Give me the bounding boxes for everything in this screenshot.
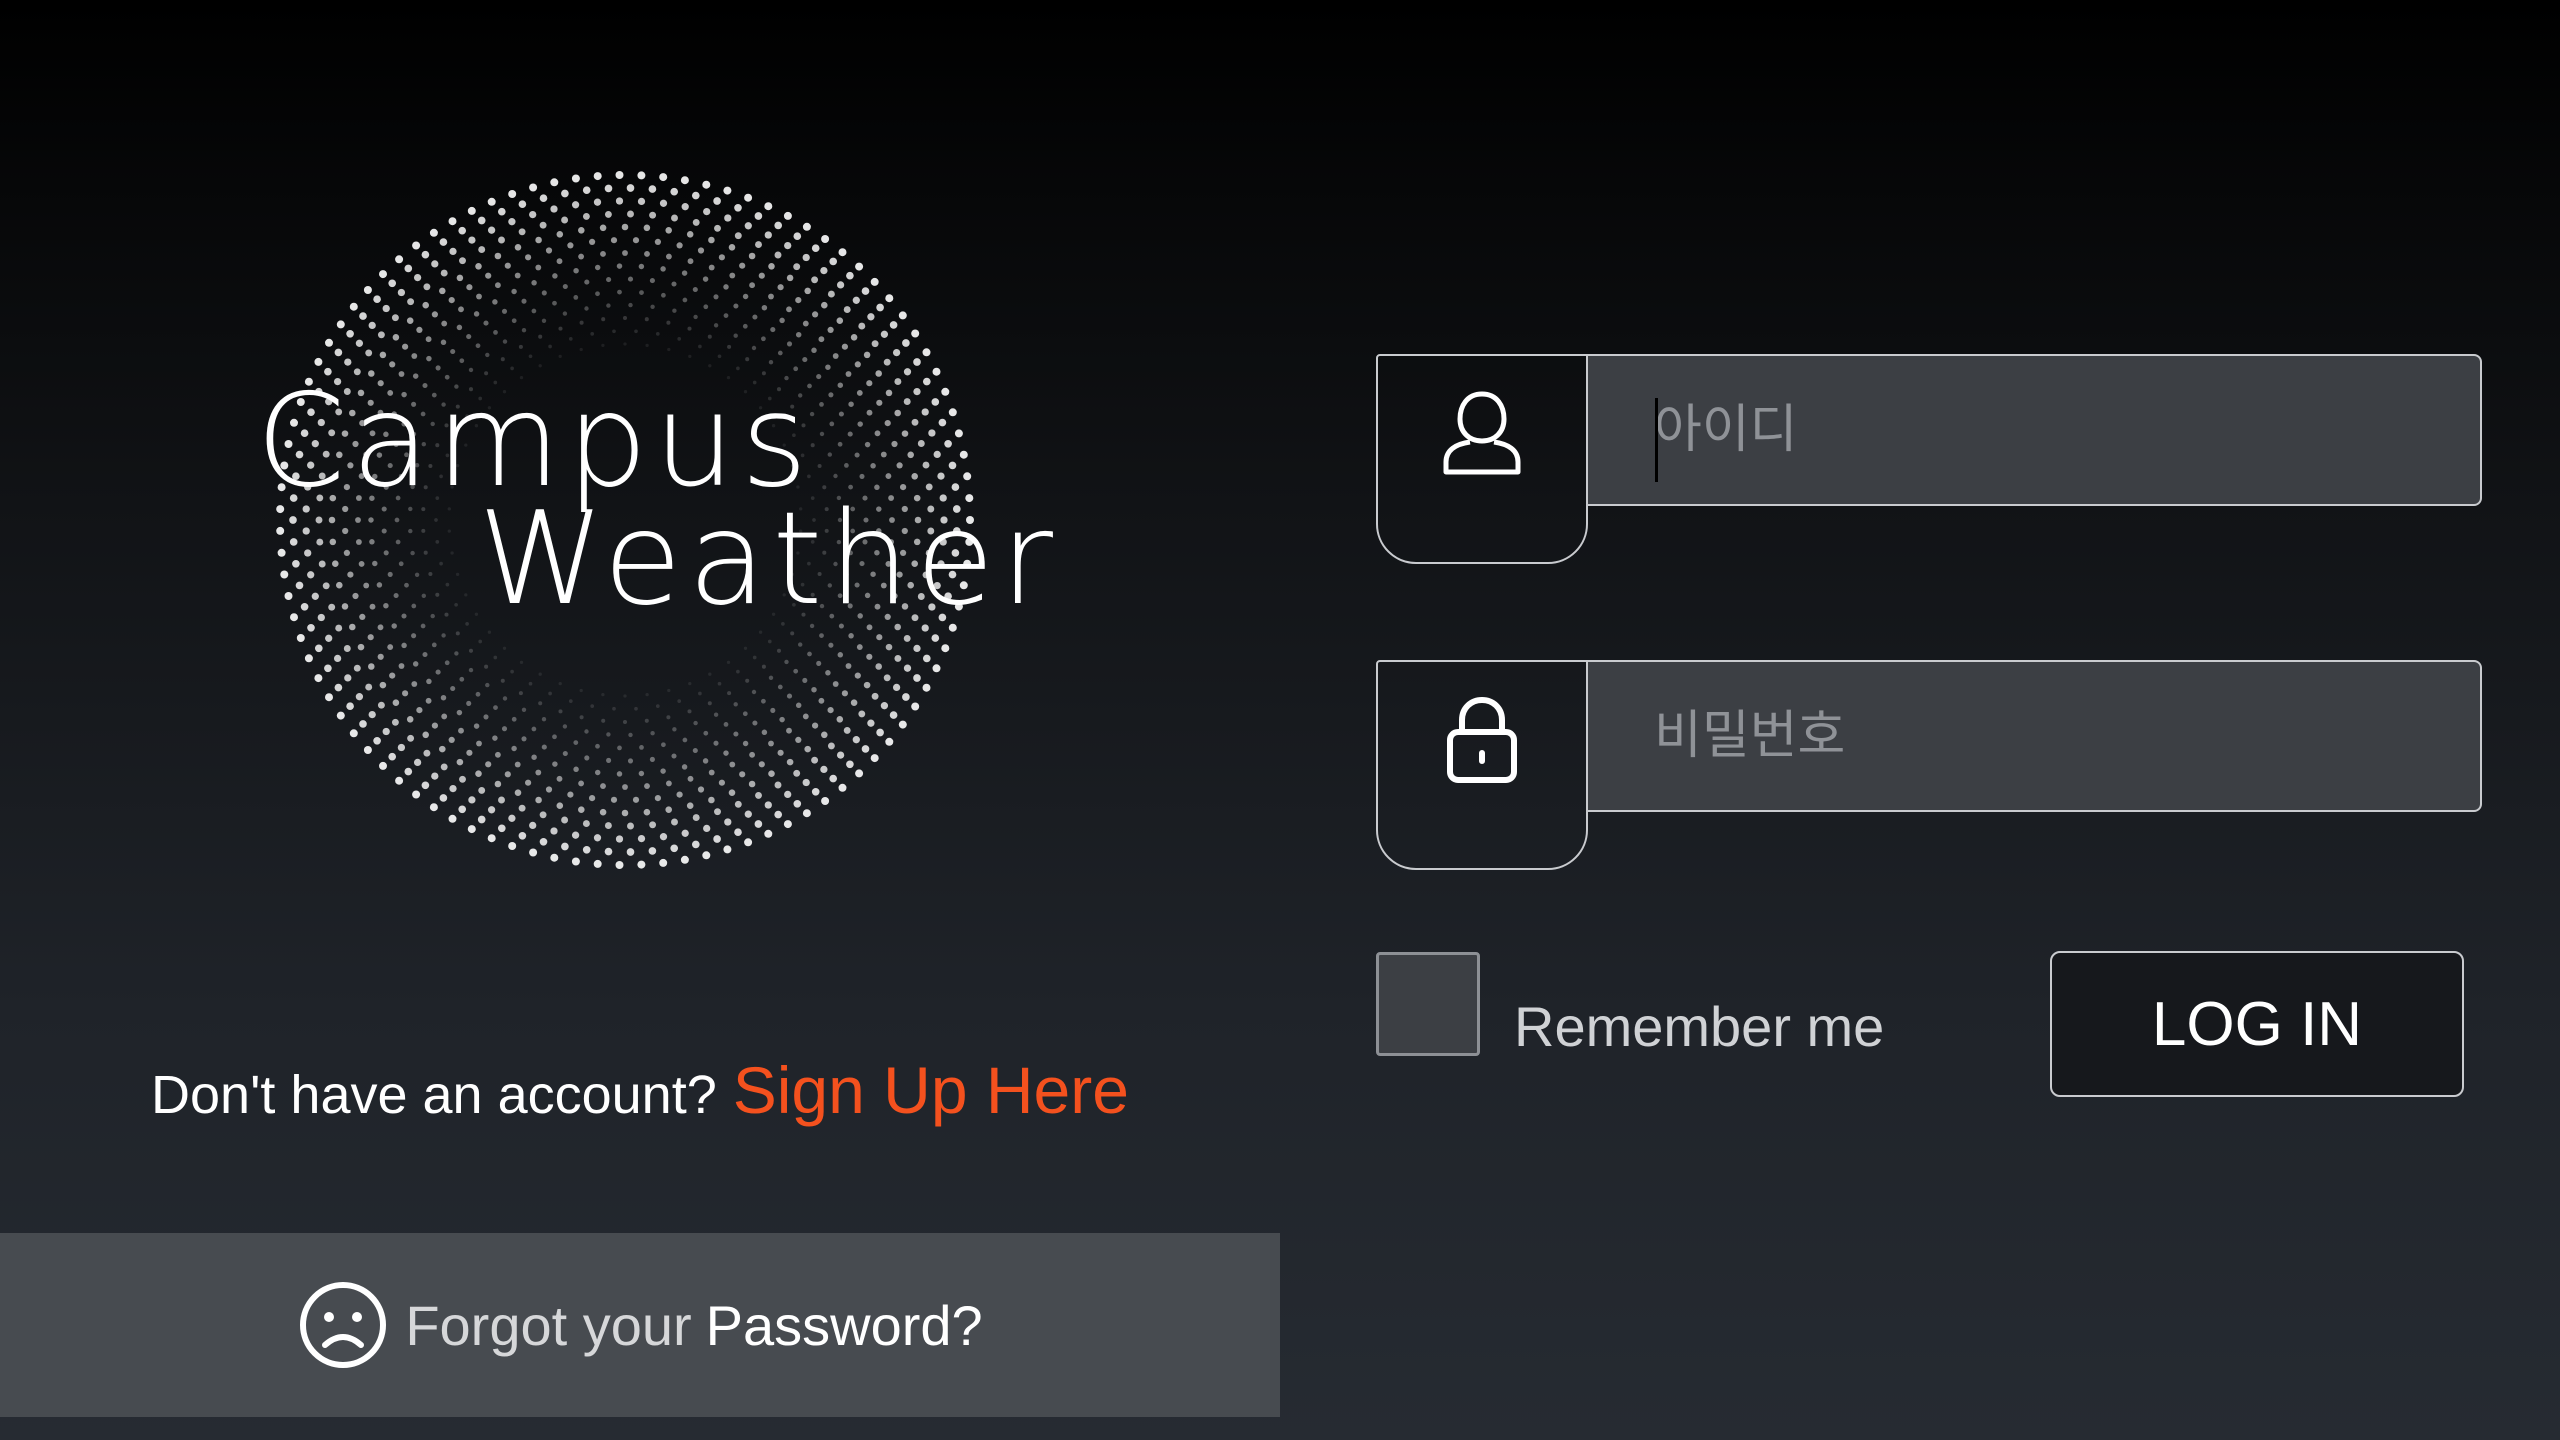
app-logo: Campus Weather xyxy=(220,160,1053,900)
username-input[interactable] xyxy=(1588,354,2482,506)
text-caret xyxy=(1655,398,1658,482)
signup-row: Don't have an account? Sign Up Here xyxy=(0,1052,1280,1128)
remember-me-label[interactable]: Remember me xyxy=(1514,994,1884,1059)
sad-face-icon xyxy=(300,1282,387,1368)
logo-title-line-2: Weather xyxy=(478,485,1059,634)
password-input[interactable] xyxy=(1588,660,2482,812)
user-icon xyxy=(1443,391,1521,475)
remember-me-checkbox[interactable] xyxy=(1376,952,1480,1056)
signup-link[interactable]: Sign Up Here xyxy=(733,1053,1129,1127)
forgot-prefix-text: Forgot your xyxy=(405,1293,692,1357)
login-button[interactable]: LOG IN xyxy=(2050,951,2464,1097)
forgot-password-button[interactable]: Forgot your Password? xyxy=(0,1233,1280,1417)
lock-icon xyxy=(1447,696,1517,783)
signup-prompt: Don't have an account? xyxy=(151,1065,717,1125)
forgot-password-text: Password? xyxy=(705,1293,983,1357)
password-icon-box xyxy=(1376,660,1588,870)
username-icon-box xyxy=(1376,354,1588,564)
